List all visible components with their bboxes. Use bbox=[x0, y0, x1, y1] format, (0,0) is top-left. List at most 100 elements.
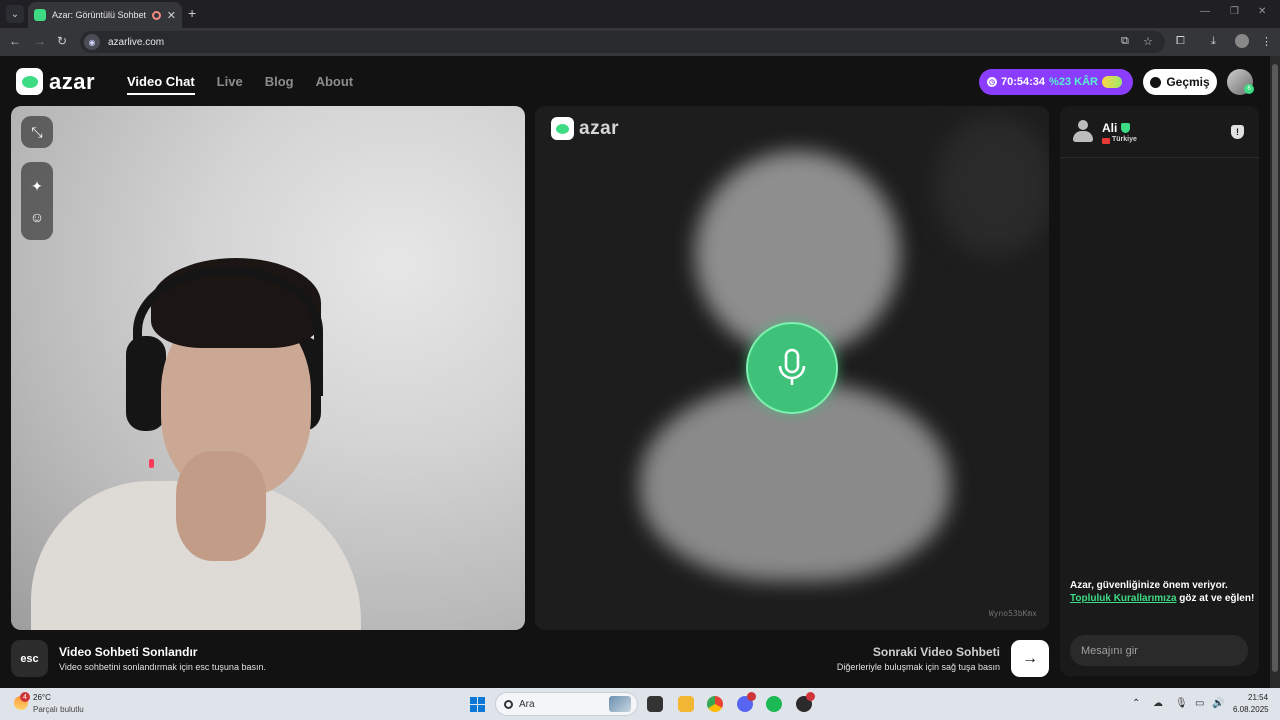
omnibox[interactable]: ◉ azarlive.com bbox=[80, 31, 1165, 53]
forward-icon[interactable]: → bbox=[34, 34, 46, 48]
self-person-hand bbox=[176, 451, 266, 561]
partner-id-watermark: Wyno53bKmx bbox=[988, 609, 1037, 618]
browser-tab[interactable]: Azar: Görüntülü Sohbet, Ar ✕ bbox=[28, 2, 182, 28]
self-video-feed bbox=[11, 106, 525, 630]
history-label: Geçmiş bbox=[1166, 75, 1210, 89]
microphone-icon bbox=[778, 348, 806, 385]
verified-shield-icon bbox=[1121, 123, 1130, 133]
nav-live[interactable]: Live bbox=[217, 74, 243, 95]
install-icon[interactable]: ⧉ bbox=[1121, 35, 1129, 48]
page-scrollbar-thumb[interactable] bbox=[1272, 64, 1278, 672]
headset-band bbox=[133, 266, 323, 396]
report-shield-icon[interactable]: ! bbox=[1231, 125, 1244, 139]
headset-mic-light bbox=[149, 459, 154, 468]
minimize-icon[interactable]: — bbox=[1200, 6, 1210, 17]
avatar-badge: 6 bbox=[1244, 84, 1254, 94]
user-avatar[interactable]: 6 bbox=[1227, 69, 1254, 95]
windows-start-icon[interactable] bbox=[470, 697, 485, 712]
shrink-icon: ⤡ bbox=[31, 123, 43, 140]
search-highlight-icon bbox=[609, 696, 631, 712]
tab-close-icon[interactable]: ✕ bbox=[167, 9, 176, 22]
sparkle-effects-icon[interactable]: ✦ bbox=[31, 178, 43, 195]
next-chat-title: Sonraki Video Sohbeti bbox=[872, 645, 1000, 659]
reload-icon[interactable]: ↻ bbox=[57, 34, 67, 48]
nav-about[interactable]: About bbox=[316, 74, 354, 95]
new-tab-icon[interactable]: + bbox=[188, 5, 196, 21]
search-icon bbox=[504, 699, 513, 709]
history-button[interactable]: Geçmiş bbox=[1143, 69, 1217, 95]
terminal-app-icon[interactable] bbox=[647, 696, 663, 712]
community-guidelines-link[interactable]: Topluluk Kurallarımıza bbox=[1070, 593, 1177, 604]
azar-logo-icon bbox=[16, 68, 43, 95]
taskbar-search-placeholder: Ara bbox=[519, 698, 535, 710]
azar-logo[interactable]: azar bbox=[16, 68, 95, 95]
promo-timer-pill[interactable]: ◷ 70:54:34 %23 KÂR bbox=[979, 69, 1133, 95]
azar-favicon-icon bbox=[34, 9, 46, 21]
windows-taskbar: 4 26°C Parçalı bulutlu Ara ⌃ ☁ 🎙 ▭ 🔊 21:… bbox=[0, 688, 1280, 720]
tray-display-icon[interactable]: ▭ bbox=[1195, 698, 1204, 709]
coins-icon bbox=[1101, 76, 1122, 88]
weather-temp[interactable]: 26°C bbox=[33, 693, 51, 702]
partner-logo-text: azar bbox=[579, 117, 620, 139]
history-icon bbox=[1150, 76, 1162, 88]
download-icon[interactable]: ⤓ bbox=[1211, 35, 1216, 48]
spotify-icon[interactable] bbox=[766, 696, 782, 712]
face-mask-icon[interactable]: ☺ bbox=[30, 209, 44, 225]
back-icon[interactable]: ← bbox=[9, 34, 21, 48]
maximize-icon[interactable]: ❐ bbox=[1230, 6, 1239, 17]
azar-logo-icon bbox=[551, 117, 574, 140]
recording-icon bbox=[151, 10, 161, 20]
tray-volume-icon[interactable]: 🔊 bbox=[1212, 698, 1224, 709]
end-chat-description: Video sohbetini sonlandırmak için esc tu… bbox=[59, 662, 266, 672]
safety-text-1: Azar, güvenliğinize önem veriyor. bbox=[1070, 580, 1228, 591]
extensions-icon[interactable]: ⧠ bbox=[1176, 35, 1185, 48]
menu-kebab-icon[interactable]: ⋮ bbox=[1261, 35, 1272, 48]
clock-icon: ◷ bbox=[987, 77, 997, 87]
voice-only-mic bbox=[746, 322, 838, 414]
tab-title: Azar: Görüntülü Sohbet, Ar bbox=[52, 10, 146, 20]
nav-blog[interactable]: Blog bbox=[265, 74, 294, 95]
close-window-icon[interactable]: ✕ bbox=[1258, 6, 1266, 17]
chat-header: Ali Türkiye ! bbox=[1060, 106, 1259, 158]
next-chat-button[interactable]: → bbox=[1011, 640, 1049, 677]
nav-video-chat[interactable]: Video Chat bbox=[127, 74, 195, 95]
minimize-video-button[interactable]: ⤡ bbox=[21, 116, 53, 148]
next-chat-description: Diğerleriyle buluşmak için sağ tuşa bası… bbox=[836, 662, 1000, 672]
taskbar-time[interactable]: 21:54 bbox=[1248, 693, 1268, 702]
partner-country: Türkiye bbox=[1112, 136, 1137, 143]
browser-tab-bar: ⌄ Azar: Görüntülü Sohbet, Ar ✕ + — ❐ ✕ bbox=[0, 0, 1280, 28]
tray-network-app-icon[interactable]: ☁ bbox=[1153, 698, 1163, 709]
chat-panel: Ali Türkiye ! Azar, güvenliğinize önem v… bbox=[1060, 106, 1259, 676]
safety-notice: Azar, güvenliğinize önem veriyor. Toplul… bbox=[1070, 579, 1255, 605]
azar-site: azar Video Chat Live Blog About ◷ 70:54:… bbox=[0, 56, 1270, 688]
site-info-icon[interactable]: ◉ bbox=[84, 34, 100, 50]
weather-description[interactable]: Parçalı bulutlu bbox=[33, 705, 84, 714]
taskbar-search[interactable]: Ara bbox=[495, 692, 638, 716]
chrome-icon[interactable] bbox=[707, 696, 723, 712]
tray-mic-icon[interactable]: 🎙 bbox=[1175, 698, 1188, 709]
partner-azar-logo: azar bbox=[551, 117, 619, 140]
safety-text-2: göz at ve eğlen! bbox=[1179, 593, 1255, 604]
partner-name: Ali bbox=[1102, 121, 1118, 135]
turkey-flag-icon bbox=[1102, 138, 1110, 144]
discord-notification-icon bbox=[747, 692, 756, 701]
tray-chevron-icon[interactable]: ⌃ bbox=[1132, 698, 1140, 709]
partner-avatar-icon bbox=[1073, 120, 1093, 142]
partner-video-feed: azar Wyno53bKmx bbox=[535, 106, 1049, 630]
file-explorer-icon[interactable] bbox=[678, 696, 694, 712]
main-nav: Video Chat Live Blog About bbox=[127, 74, 353, 95]
taskbar-date[interactable]: 6.08.2025 bbox=[1233, 705, 1269, 714]
end-chat-title: Video Sohbeti Sonlandır bbox=[59, 645, 198, 659]
end-chat-button[interactable]: esc bbox=[11, 640, 48, 677]
effects-controls: ✦ ☺ bbox=[21, 162, 53, 240]
tab-search-icon[interactable]: ⌄ bbox=[6, 5, 24, 23]
weather-badge: 4 bbox=[20, 692, 30, 702]
obs-notification-icon bbox=[806, 692, 815, 701]
url-text[interactable]: azarlive.com bbox=[108, 37, 164, 48]
browser-address-bar: ← → ↻ ◉ azarlive.com ⧉ ☆ ⧠ ⤓ ⋮ bbox=[0, 28, 1280, 56]
bookmark-star-icon[interactable]: ☆ bbox=[1143, 35, 1153, 48]
browser-profile-icon[interactable] bbox=[1235, 34, 1249, 48]
promo-timer: 70:54:34 bbox=[1001, 76, 1046, 88]
message-input[interactable] bbox=[1070, 635, 1248, 666]
partner-blur-shade bbox=[935, 116, 1049, 256]
